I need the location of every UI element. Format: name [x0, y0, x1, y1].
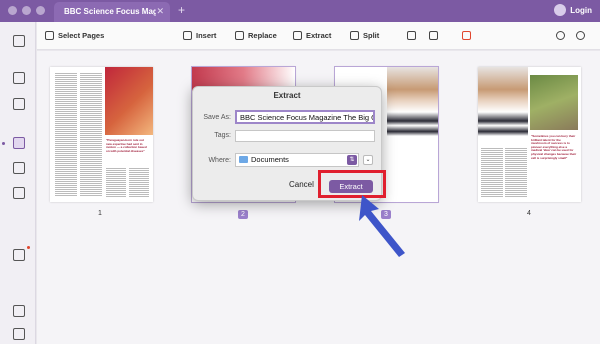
layers-icon[interactable] [13, 305, 25, 317]
pull-quote: "Paraguayan-born rule out new expertise … [106, 138, 147, 153]
edit-icon[interactable] [13, 98, 25, 110]
text-column [80, 72, 102, 197]
gift-icon[interactable] [13, 249, 25, 261]
tags-input[interactable] [235, 130, 375, 142]
text-column [106, 167, 126, 197]
text-column [505, 147, 527, 197]
where-select[interactable]: Documents [235, 153, 359, 167]
cancel-button[interactable]: Cancel [289, 180, 314, 189]
folder-icon [239, 156, 248, 163]
where-value: Documents [251, 155, 289, 164]
thumbnail-panel-icon[interactable] [13, 35, 25, 47]
page-number-badge: 2 [238, 210, 248, 219]
text-column [129, 167, 149, 197]
page-toolbar: Select Pages Insert Replace Extract Spli… [37, 22, 600, 50]
document-tab[interactable]: BBC Science Focus Magazine The Big Quest… [54, 2, 170, 22]
avatar-icon [554, 4, 567, 16]
extract-label: Extract [306, 31, 332, 40]
select-pages-label: Select Pages [58, 31, 105, 40]
text-column [481, 147, 503, 197]
active-tool-marker [2, 142, 5, 145]
tags-label: Tags: [214, 132, 231, 139]
rotate-right-button[interactable] [429, 31, 438, 40]
close-tab-icon[interactable]: ✕ [156, 6, 164, 17]
login-button[interactable]: Login [554, 4, 592, 16]
minimize-window-icon[interactable] [22, 6, 31, 15]
select-pages-button[interactable]: Select Pages [45, 31, 104, 40]
annotation-arrow-icon [359, 195, 405, 257]
zoom-in-icon [576, 31, 585, 40]
organize-pages-icon[interactable] [13, 137, 25, 149]
chevron-down-icon[interactable]: ⌄ [363, 155, 373, 165]
new-tab-icon[interactable]: + [178, 3, 185, 17]
replace-label: Replace [248, 31, 277, 40]
rotate-left-button[interactable] [407, 31, 416, 40]
page-number: 4 [527, 210, 531, 217]
pull-quote: "Sometimes you can bury their brilliant … [531, 134, 577, 160]
page-thumbnail-1[interactable]: "Paraguayan-born rule out new expertise … [50, 67, 153, 202]
extract-button[interactable]: Extract [293, 31, 331, 40]
title-bar: BBC Science Focus Magazine The Big Quest… [0, 0, 600, 22]
trash-icon [462, 31, 471, 40]
split-button[interactable]: Split [350, 31, 379, 40]
tennis-photo [105, 67, 153, 135]
split-icon [350, 31, 359, 40]
zoom-out-icon [556, 31, 565, 40]
insert-label: Insert [196, 31, 217, 40]
text-column [55, 72, 77, 197]
tab-title: BBC Science Focus Magazine The Big Quest… [64, 7, 156, 16]
notification-dot [27, 246, 30, 249]
insert-button[interactable]: Insert [183, 31, 216, 40]
woman-photo [478, 67, 528, 142]
close-window-icon[interactable] [8, 6, 17, 15]
delete-button[interactable] [462, 31, 471, 40]
crop-icon[interactable] [13, 162, 25, 174]
where-label: Where: [208, 157, 231, 164]
replace-icon [235, 31, 244, 40]
extract-icon [293, 31, 302, 40]
rotate-left-icon [407, 31, 416, 40]
page-thumbnail-4[interactable]: "Sometimes you can bury their brilliant … [478, 67, 581, 202]
convert-icon[interactable] [13, 187, 25, 199]
replace-button[interactable]: Replace [235, 31, 277, 40]
insert-icon [183, 31, 192, 40]
bookmark-icon[interactable] [13, 328, 25, 340]
zoom-in-button[interactable] [576, 31, 585, 40]
save-as-input[interactable]: BBC Science Focus Magazine The Big Quest… [235, 110, 375, 124]
split-label: Split [363, 31, 380, 40]
location-stepper-icon[interactable]: ⇅ [347, 155, 357, 165]
woman-photo [387, 67, 438, 142]
rotate-right-icon [429, 31, 438, 40]
zoom-window-icon[interactable] [36, 6, 45, 15]
left-tool-rail [0, 22, 36, 344]
dialog-title: Extract [273, 91, 301, 100]
select-pages-icon [45, 31, 54, 40]
annotation-highlight-box [318, 170, 386, 198]
zoom-out-button[interactable] [556, 31, 565, 40]
page-number: 1 [98, 210, 102, 217]
nature-photo [530, 75, 578, 130]
save-as-label: Save As: [203, 114, 231, 121]
reader-icon[interactable] [13, 72, 25, 84]
login-label: Login [570, 5, 592, 15]
